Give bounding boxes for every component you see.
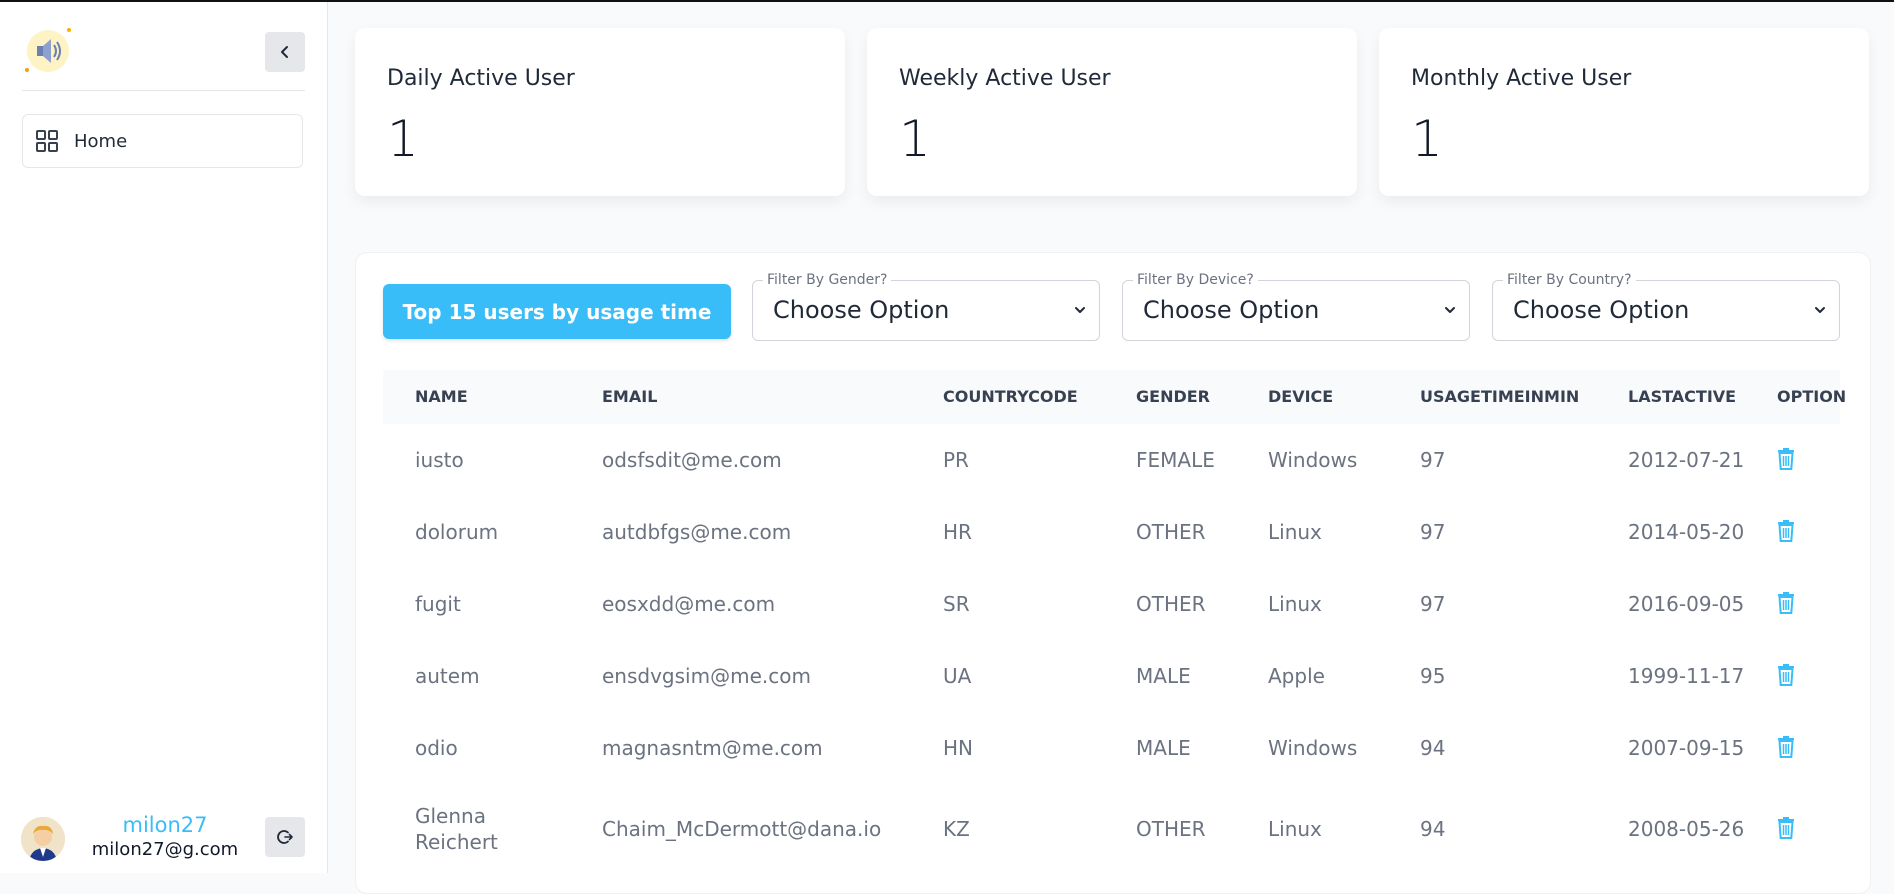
cell-device: Linux [1268, 520, 1322, 544]
stat-title: Monthly Active User [1411, 66, 1632, 91]
trash-icon[interactable] [1776, 592, 1796, 614]
column-header-usagetime[interactable]: USAGETIMEINMIN [1420, 370, 1579, 424]
stat-value: 1 [387, 110, 419, 168]
table-row: Glenna Reichert Chaim_McDermott@dana.io … [383, 784, 1840, 873]
cell-device: Linux [1268, 592, 1322, 616]
cell-lastactive: 2008-05-26 [1628, 816, 1745, 841]
cell-usagetime: 94 [1420, 816, 1446, 841]
cell-device: Linux [1268, 816, 1322, 841]
chevron-down-icon [1445, 307, 1455, 313]
cell-name: odio [415, 736, 458, 760]
grid-icon [36, 129, 60, 153]
cell-name: Glenna Reichert [415, 803, 498, 854]
cell-gender: OTHER [1136, 520, 1206, 544]
trash-icon[interactable] [1776, 817, 1796, 839]
cell-device: Apple [1268, 664, 1325, 688]
country-filter-select[interactable]: Filter By Country? Choose Option [1492, 272, 1840, 341]
cell-countrycode: UA [943, 664, 972, 688]
cell-gender: FEMALE [1136, 448, 1215, 472]
cell-name: dolorum [415, 520, 499, 544]
table-row: dolorum autdbfgs@me.com HR OTHER Linux 9… [383, 496, 1840, 569]
chevron-left-icon [281, 46, 288, 58]
cell-device: Windows [1268, 448, 1358, 472]
cell-gender: MALE [1136, 736, 1191, 760]
cell-usagetime: 94 [1420, 736, 1446, 760]
cell-countrycode: HR [943, 520, 972, 544]
stat-value: 1 [899, 110, 931, 168]
column-header-gender[interactable]: GENDER [1136, 370, 1210, 424]
cell-lastactive: 2012-07-21 [1628, 448, 1745, 472]
cell-name: fugit [415, 592, 461, 616]
column-header-device[interactable]: DEVICE [1268, 370, 1333, 424]
cell-countrycode: PR [943, 448, 969, 472]
trash-icon[interactable] [1776, 448, 1796, 470]
cell-usagetime: 97 [1420, 520, 1446, 544]
sidebar-divider [22, 90, 305, 91]
logout-icon [277, 830, 293, 844]
cell-lastactive: 2016-09-05 [1628, 592, 1745, 616]
cell-countrycode: HN [943, 736, 973, 760]
cell-countrycode: KZ [943, 816, 970, 841]
table-row: fugit eosxdd@me.com SR OTHER Linux 97 20… [383, 568, 1840, 641]
cell-name: iusto [415, 448, 464, 472]
cell-email: ensdvgsim@me.com [602, 664, 811, 688]
trash-icon[interactable] [1776, 664, 1796, 686]
gender-filter-select[interactable]: Filter By Gender? Choose Option [752, 272, 1100, 341]
cell-lastactive: 2007-09-15 [1628, 736, 1745, 760]
cell-name: autem [415, 664, 480, 688]
user-email: milon27@g.com [91, 839, 239, 860]
cell-usagetime: 95 [1420, 664, 1446, 688]
cell-email: magnasntm@me.com [602, 736, 823, 760]
stat-value: 1 [1411, 110, 1443, 168]
table-row: autem ensdvgsim@me.com UA MALE Apple 95 … [383, 640, 1840, 713]
sidebar: Home milon27 milon27@g.com [0, 2, 328, 873]
cell-device: Windows [1268, 736, 1358, 760]
top-users-button[interactable]: Top 15 users by usage time [383, 284, 731, 339]
cell-lastactive: 1999-11-17 [1628, 664, 1745, 688]
cell-email: autdbfgs@me.com [602, 520, 792, 544]
user-name: milon27 [122, 813, 208, 837]
cell-email: eosxdd@me.com [602, 592, 776, 616]
cell-lastactive: 2014-05-20 [1628, 520, 1745, 544]
chevron-down-icon [1815, 307, 1825, 313]
stat-card-monthly: Monthly Active User 1 [1379, 28, 1869, 196]
cell-email: Chaim_McDermott@dana.io [602, 816, 882, 841]
device-filter-select[interactable]: Filter By Device? Choose Option [1122, 272, 1470, 341]
filter-value: Choose Option [1143, 296, 1320, 324]
sidebar-item-label: Home [74, 130, 128, 152]
cell-usagetime: 97 [1420, 448, 1446, 472]
column-header-countrycode[interactable]: COUNTRYCODE [943, 370, 1078, 424]
filter-label: Filter By Country? [1503, 272, 1636, 288]
cell-countrycode: SR [943, 592, 970, 616]
collapse-sidebar-button[interactable] [265, 32, 305, 72]
table-row: iusto odsfsdit@me.com PR FEMALE Windows … [383, 424, 1840, 497]
cell-email: odsfsdit@me.com [602, 448, 782, 472]
column-header-option: OPTION [1777, 387, 1847, 406]
cell-gender: MALE [1136, 664, 1191, 688]
column-header-name[interactable]: NAME [415, 370, 468, 424]
chevron-down-icon [1075, 307, 1085, 313]
cell-usagetime: 97 [1420, 592, 1446, 616]
stat-card-weekly: Weekly Active User 1 [867, 28, 1357, 196]
avatar [21, 817, 65, 861]
filter-value: Choose Option [773, 296, 950, 324]
table-row: odio magnasntm@me.com HN MALE Windows 94… [383, 712, 1840, 785]
trash-icon[interactable] [1776, 520, 1796, 542]
logout-button[interactable] [265, 817, 305, 857]
table-header: NAME EMAIL COUNTRYCODE GENDER DEVICE USA… [383, 370, 1846, 424]
column-header-email[interactable]: EMAIL [602, 370, 657, 424]
trash-icon[interactable] [1776, 736, 1796, 758]
stat-title: Weekly Active User [899, 66, 1111, 91]
filter-value: Choose Option [1513, 296, 1690, 324]
cell-gender: OTHER [1136, 816, 1206, 841]
filter-label: Filter By Device? [1133, 272, 1258, 288]
stat-card-daily: Daily Active User 1 [355, 28, 845, 196]
sidebar-item-home[interactable]: Home [22, 114, 303, 168]
speaker-icon [25, 28, 71, 72]
column-header-lastactive[interactable]: LASTACTIVE [1628, 370, 1736, 424]
stat-title: Daily Active User [387, 66, 575, 91]
cell-gender: OTHER [1136, 592, 1206, 616]
filter-label: Filter By Gender? [763, 272, 892, 288]
